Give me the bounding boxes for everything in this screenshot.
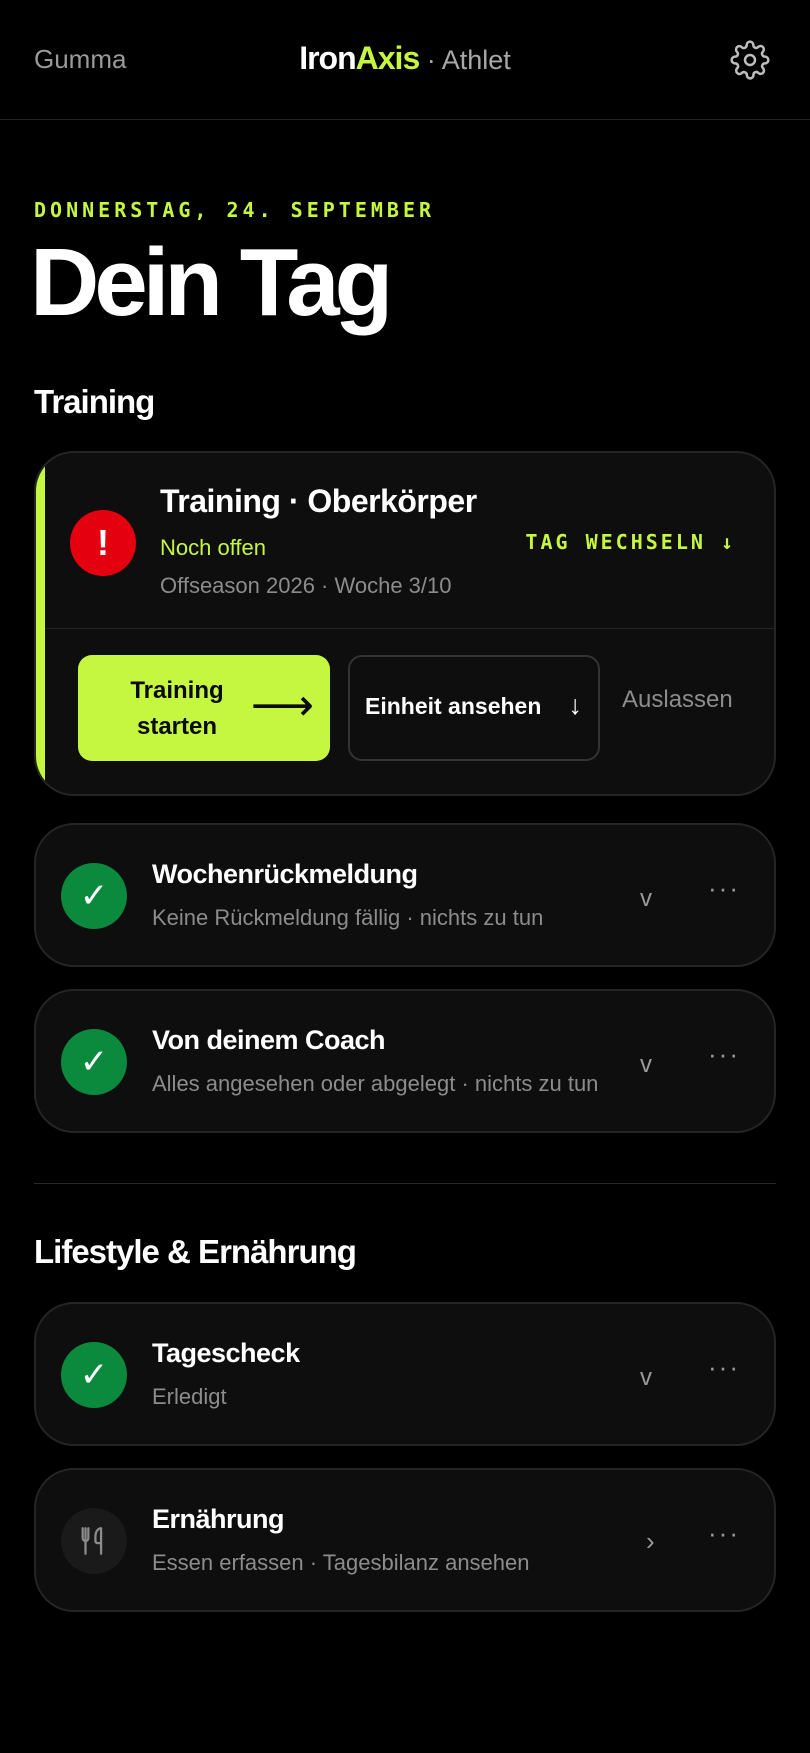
brand-role: · Athlet [419, 45, 511, 75]
section-title-training: Training [34, 383, 155, 420]
task-card-coach[interactable]: ✓ Von deinem Coach Alles angesehen oder … [34, 989, 776, 1133]
chevron-down-icon[interactable]: v [640, 1364, 652, 1392]
app-header: Gumma IronAxis · Athlet [0, 0, 810, 120]
task-title: Ernährung [152, 1504, 285, 1534]
divider [45, 628, 774, 629]
settings-button[interactable] [730, 40, 770, 80]
check-icon: ✓ [61, 1029, 127, 1095]
start-training-button[interactable]: Training starten ⟶ [78, 655, 330, 761]
view-session-button[interactable]: Einheit ansehen ↓ [348, 655, 600, 761]
section-divider [34, 1183, 776, 1184]
page-title: Dein Tag [30, 229, 393, 336]
brand-iron: Iron [299, 40, 356, 76]
task-title: Tagescheck [152, 1338, 300, 1368]
arrow-right-icon: ⟶ [250, 681, 314, 730]
task-card-nutrition[interactable]: Ernährung Essen erfassen · Tagesbilanz a… [34, 1468, 776, 1612]
brand-logo: IronAxis · Athlet [0, 40, 810, 77]
arrow-down-icon: ↓ [568, 690, 583, 720]
chevron-down-icon[interactable]: v [640, 885, 652, 913]
more-options-icon[interactable]: ··· [708, 873, 740, 904]
date-label: DONNERSTAG, 24. SEPTEMBER [34, 198, 436, 222]
training-status: Noch offen [160, 535, 267, 560]
task-card-daily-check[interactable]: ✓ Tagescheck Erledigt v ··· [34, 1302, 776, 1446]
check-icon: ✓ [61, 1342, 127, 1408]
section-title-lifestyle: Lifestyle & Ernährung [34, 1233, 357, 1270]
change-day-button[interactable]: TAG WECHSELN ↓ [525, 530, 736, 554]
view-session-label: Einheit ansehen [365, 693, 542, 719]
fork-knife-icon [61, 1508, 127, 1574]
task-title: Von deinem Coach [152, 1025, 386, 1055]
start-training-label: Training starten [130, 677, 224, 740]
gear-icon [730, 40, 770, 80]
chevron-down-icon[interactable]: v [640, 1051, 652, 1079]
chevron-right-icon[interactable]: › [646, 1526, 655, 1557]
training-meta: Offseason 2026 · Woche 3/10 [160, 573, 452, 598]
more-options-icon[interactable]: ··· [708, 1352, 740, 1383]
task-subtitle: Alles angesehen oder abgelegt · nichts z… [152, 1071, 599, 1096]
training-card: ! Training · Oberkörper Noch offen Offse… [34, 451, 776, 796]
check-icon: ✓ [61, 863, 127, 929]
brand-axis: Axis [355, 40, 421, 76]
task-subtitle: Erledigt [152, 1384, 227, 1409]
alert-icon: ! [70, 510, 136, 576]
accent-bar [36, 453, 45, 794]
task-title: Wochenrückmeldung [152, 859, 418, 889]
task-subtitle: Keine Rückmeldung fällig · nichts zu tun [152, 905, 544, 930]
more-options-icon[interactable]: ··· [708, 1039, 740, 1070]
more-options-icon[interactable]: ··· [708, 1518, 740, 1549]
task-subtitle: Essen erfassen · Tagesbilanz ansehen [152, 1550, 530, 1575]
task-card-weekly-feedback[interactable]: ✓ Wochenrückmeldung Keine Rückmeldung fä… [34, 823, 776, 967]
skip-button[interactable]: Auslassen [622, 686, 733, 714]
training-title: Training · Oberkörper [160, 483, 477, 519]
